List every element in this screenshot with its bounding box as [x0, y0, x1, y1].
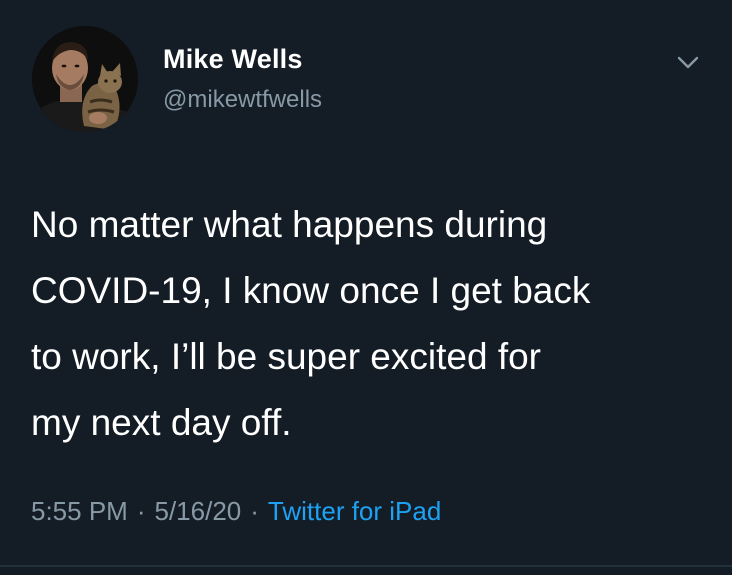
tweet-source-link[interactable]: Twitter for iPad	[268, 496, 441, 526]
meta-separator: ·	[136, 496, 146, 526]
tweet-meta: 5:55 PM · 5/16/20 · Twitter for iPad	[31, 496, 441, 527]
meta-separator: ·	[250, 496, 259, 526]
tweet-card: Mike Wells @mikewtfwells No matter what …	[0, 0, 732, 575]
tweet-date[interactable]: 5/16/20	[155, 496, 242, 526]
author-handle[interactable]: @mikewtfwells	[163, 86, 322, 114]
avatar-photo	[32, 26, 138, 132]
author-name[interactable]: Mike Wells	[163, 44, 303, 75]
chevron-down-icon[interactable]	[674, 52, 702, 72]
avatar[interactable]	[32, 26, 138, 132]
divider	[0, 565, 732, 567]
tweet-text: No matter what happens during COVID-19, …	[31, 204, 591, 443]
tweet-time[interactable]: 5:55 PM	[31, 496, 128, 526]
